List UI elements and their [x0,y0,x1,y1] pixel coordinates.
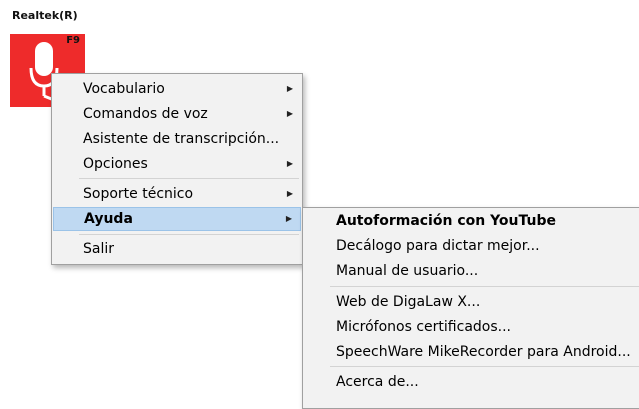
menu-item-label: Ayuda [84,211,133,227]
submenu-arrow-icon: ▶ [286,84,293,93]
menu-item-label: Soporte técnico [83,186,194,202]
context-menu: Vocabulario ▶ Comandos de voz ▶ Asistent… [51,73,303,265]
menu-item-comandos-de-voz[interactable]: Comandos de voz ▶ [53,102,301,126]
menu-item-salir[interactable]: Salir [53,237,301,261]
hotkey-label: F9 [66,35,80,46]
submenu-item-acerca-de[interactable]: Acerca de... [304,370,639,394]
submenu-item-label: Decálogo para dictar mejor... [336,238,540,254]
submenu-arrow-icon: ▶ [286,189,293,198]
submenu-item-label: Acerca de... [336,374,419,390]
menu-separator [79,178,299,179]
menu-item-label: Salir [83,241,115,257]
menu-item-opciones[interactable]: Opciones ▶ [53,152,301,176]
menu-item-label: Comandos de voz [83,106,208,122]
menu-separator [79,234,299,235]
ayuda-submenu: Autoformación con YouTube Decálogo para … [302,207,639,409]
submenu-item-manual-usuario[interactable]: Manual de usuario... [304,259,639,283]
menu-item-label: Vocabulario [83,81,165,97]
menu-item-asistente-transcripcion[interactable]: Asistente de transcripción... [53,127,301,151]
menu-separator [330,366,639,367]
submenu-item-decalogo[interactable]: Decálogo para dictar mejor... [304,234,639,258]
submenu-item-label: Manual de usuario... [336,263,479,279]
submenu-item-label: Micrófonos certificados... [336,319,511,335]
menu-item-label: Opciones [83,156,148,172]
submenu-arrow-icon: ▶ [286,109,293,118]
submenu-item-microfonos-certificados[interactable]: Micrófonos certificados... [304,315,639,339]
submenu-item-autoformacion-youtube[interactable]: Autoformación con YouTube [304,209,639,233]
submenu-item-label: Web de DigaLaw X... [336,294,481,310]
submenu-item-web-digalaw[interactable]: Web de DigaLaw X... [304,290,639,314]
submenu-item-label: SpeechWare MikeRecorder para Android... [336,344,631,360]
submenu-item-label: Autoformación con YouTube [336,213,557,229]
menu-separator [330,286,639,287]
menu-item-label: Asistente de transcripción... [83,131,280,147]
menu-item-soporte-tecnico[interactable]: Soporte técnico ▶ [53,182,301,206]
device-label: Realtek(R) [12,9,78,22]
submenu-arrow-icon: ▶ [285,214,292,223]
menu-item-ayuda[interactable]: Ayuda ▶ [53,207,301,231]
menu-item-vocabulario[interactable]: Vocabulario ▶ [53,77,301,101]
submenu-arrow-icon: ▶ [286,159,293,168]
submenu-item-mikerecorder-android[interactable]: SpeechWare MikeRecorder para Android... [304,340,639,364]
